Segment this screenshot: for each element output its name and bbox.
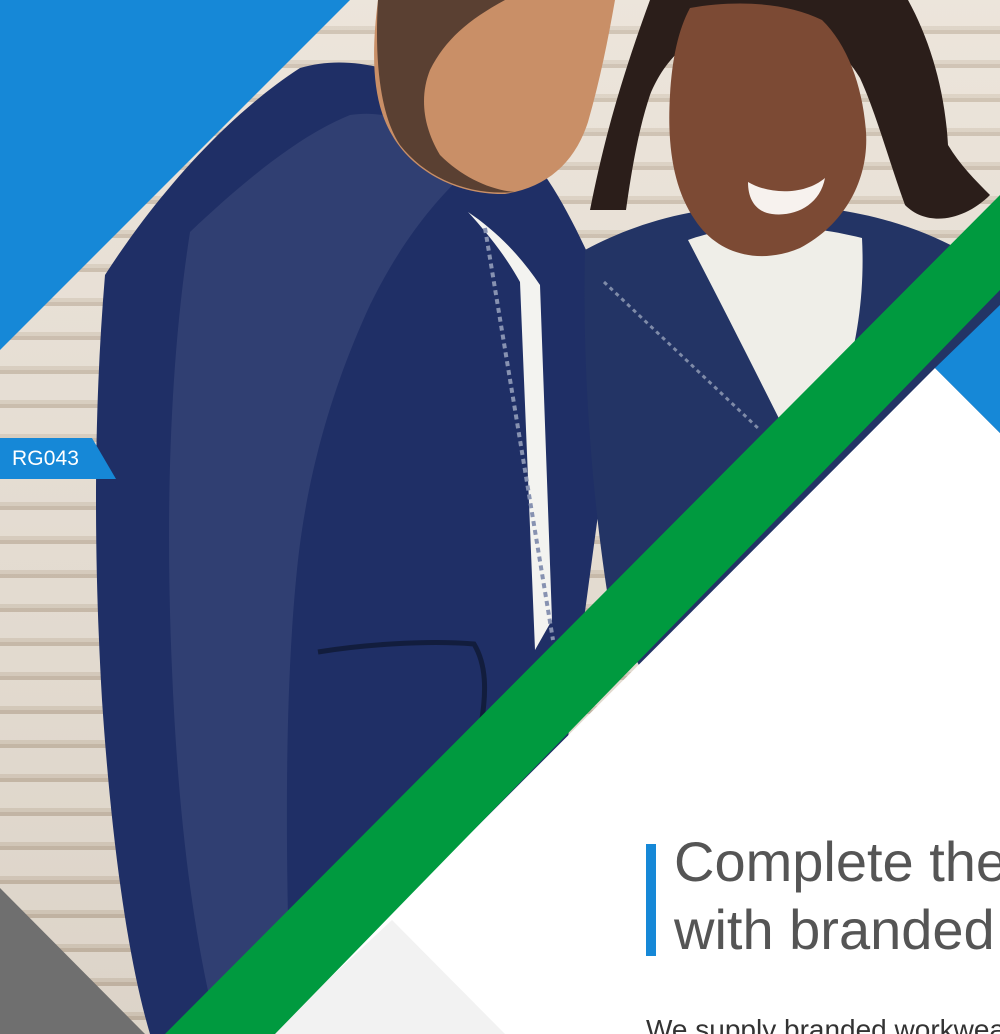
catalog-page: RG043 Complete the with branded We suppl… [0,0,1000,1034]
bottom-left-gray-triangle [0,888,145,1034]
page-headline: Complete the with branded [674,828,1000,964]
headline-accent-bar [646,844,656,956]
body-copy-partial: We supply branded workwear [646,1014,1000,1034]
headline-line-1: Complete the [674,830,1000,893]
woman-face [669,3,867,257]
headline-line-2: with branded [674,898,995,961]
